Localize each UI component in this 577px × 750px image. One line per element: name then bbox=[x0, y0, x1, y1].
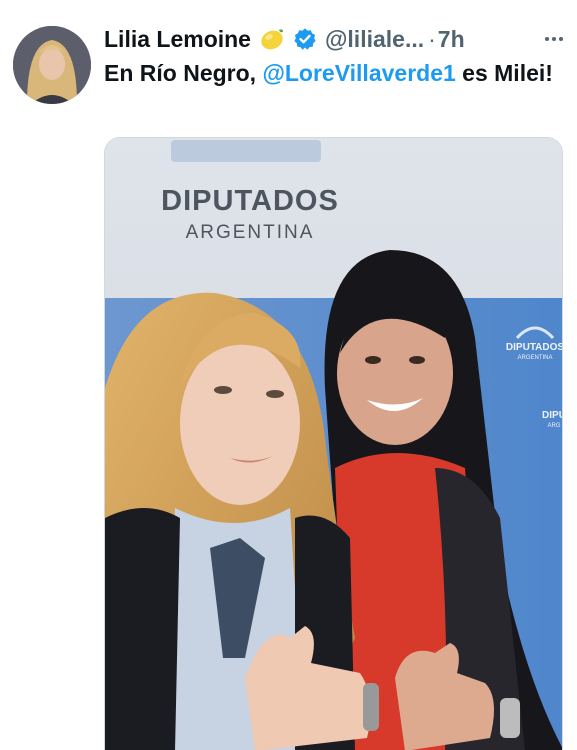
backdrop-title: DIPUTADOS bbox=[161, 185, 339, 217]
lemon-icon bbox=[259, 26, 285, 52]
tweet-text-after: es Milei! bbox=[455, 60, 553, 86]
author-handle[interactable]: @liliale... bbox=[325, 26, 424, 53]
tweet-text-before: En Río Negro, bbox=[104, 60, 263, 86]
tweet-text: En Río Negro, @LoreVillaverde1 es Milei! bbox=[104, 57, 564, 89]
edge-logo-title: DIPU bbox=[542, 410, 563, 421]
mention-link[interactable]: @LoreVillaverde1 bbox=[262, 60, 455, 86]
more-options-icon[interactable] bbox=[541, 26, 567, 52]
small-logo-subtitle: ARGENTINA bbox=[517, 355, 552, 361]
separator-dot: · bbox=[428, 25, 436, 52]
tweet-header: Lilia Lemoine @liliale... · 7h bbox=[104, 24, 567, 54]
tweet-timestamp[interactable]: 7h bbox=[438, 26, 465, 53]
verified-badge-icon bbox=[293, 27, 317, 51]
avatar[interactable] bbox=[13, 26, 91, 104]
small-logo-title: DIPUTADOS bbox=[506, 342, 563, 353]
tweet[interactable]: Lilia Lemoine @liliale... · 7h En Río Ne… bbox=[0, 0, 577, 750]
backdrop-subtitle: ARGENTINA bbox=[186, 222, 315, 243]
author-display-name[interactable]: Lilia Lemoine bbox=[104, 26, 251, 53]
tweet-photo[interactable]: DIPUTADOS ARGENTINA DIPUTADOS ARGENTINA … bbox=[104, 137, 563, 750]
edge-logo-subtitle: ARG bbox=[547, 423, 560, 429]
